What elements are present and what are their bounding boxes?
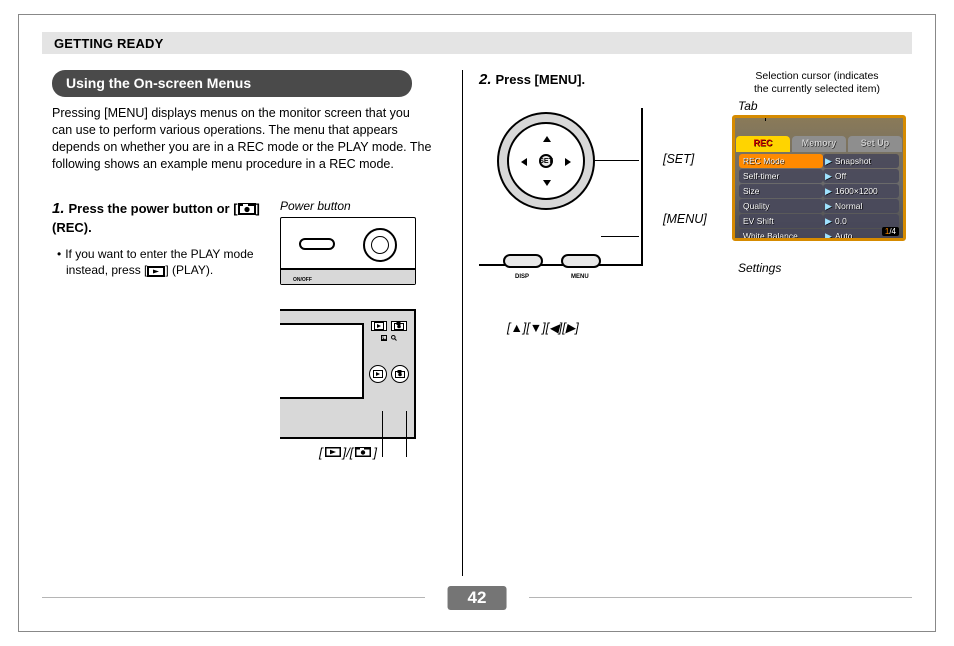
lcd-row-key: REC Mode (739, 156, 813, 166)
play-mode-icon (147, 266, 165, 277)
triangle-right-icon: ▶ (825, 186, 835, 197)
tab-callout: Tab (738, 99, 912, 113)
back-figure-group: [ ]/[ ] (280, 309, 416, 460)
lcd-row: White Balance▶Auto (739, 229, 899, 241)
up-arrow-icon (543, 136, 551, 142)
image-icon (381, 335, 387, 341)
lcd-screenshot: REC Memory Set Up REC Mode▶SnapshotSelf-… (732, 115, 906, 241)
lcd-row-key: Size (739, 186, 813, 196)
leader-line (601, 236, 639, 237)
step1-text: 1.Press the power button or [] (REC). •I… (52, 199, 262, 460)
play-button-icon (369, 365, 387, 383)
leader-line (406, 411, 407, 457)
step2-title-text: Press [MENU]. (496, 72, 586, 87)
note-text-b: ] (PLAY). (165, 263, 213, 277)
lcd-group: Selection cursor (indicates the currentl… (722, 70, 912, 275)
step1-number: 1. (52, 200, 65, 217)
leader-line (765, 115, 766, 121)
subsection-heading: Using the On-screen Menus (52, 70, 412, 97)
lcd-row-value: Snapshot (835, 156, 899, 166)
left-column: Using the On-screen Menus Pressing [MENU… (52, 70, 462, 576)
step1-note: •If you want to enter the PLAY mode inst… (66, 246, 262, 278)
intro-paragraph: Pressing [MENU] displays menus on the mo… (52, 105, 432, 173)
menu-callout: [MENU] (663, 212, 707, 226)
cursor-note: Selection cursor (indicates the currentl… (722, 70, 912, 95)
lcd-row-key: Quality (739, 201, 813, 211)
lcd-tabs: REC Memory Set Up (735, 134, 903, 152)
menu-small-label: MENU (571, 274, 589, 280)
disp-button-icon (503, 254, 543, 268)
rec-caption-icon (355, 447, 371, 457)
step1-figures: Power button ON/OFF (280, 199, 416, 460)
lcd-row: Self-timer ▶Off (739, 169, 899, 183)
lcd-tab-rec: REC (735, 134, 791, 152)
step1-title-a: Press the power button or [ (69, 201, 238, 216)
play-caption-icon (325, 447, 341, 457)
step2-number: 2. (479, 71, 492, 88)
set-callout: [SET] (663, 152, 707, 166)
play-indicator-icon (371, 321, 387, 331)
lcd-row: Size ▶1600×1200 (739, 184, 899, 198)
power-figure-group: Power button ON/OFF (280, 199, 416, 285)
triangle-right-icon: ▶ (825, 171, 835, 182)
set-button-icon: SET (539, 154, 553, 168)
rec-button-icon (391, 365, 409, 383)
camera-top-illustration: ON/OFF (280, 217, 416, 285)
lcd-row-value: Normal (835, 201, 899, 211)
camera-rec-icon (238, 203, 256, 215)
left-arrow-icon (521, 158, 527, 166)
lcd-tab-setup: Set Up (847, 134, 903, 152)
magnify-icon (391, 335, 397, 341)
disp-label: DISP (515, 274, 529, 280)
cursor-note-l2: the currently selected item) (754, 83, 880, 95)
bullet: • (57, 247, 61, 261)
section-header: GETTING READY (42, 32, 912, 54)
arrow-keys-caption: [▲][▼][◀][▶] (507, 320, 912, 335)
leader-line (595, 160, 639, 161)
lcd-row: REC Mode ▶Snapshot (739, 154, 899, 168)
content-columns: Using the On-screen Menus Pressing [MENU… (52, 70, 912, 576)
power-button-caption: Power button (280, 199, 416, 213)
leader-line (382, 411, 383, 457)
shutter-button-icon (363, 228, 397, 262)
lcd-row-key: Self-timer (739, 171, 813, 181)
section-title: GETTING READY (54, 36, 164, 51)
camera-back-illustration (280, 309, 416, 439)
lcd-row: EV Shift ▶0.0 (739, 214, 899, 228)
settings-callout: Settings (738, 261, 912, 275)
lcd-row-key: EV Shift (739, 216, 813, 226)
lcd-row-value: 1600×1200 (835, 186, 899, 196)
control-dial-illustration: SET DISP MENU (479, 108, 655, 282)
control-ring-icon: SET (497, 112, 595, 210)
lcd-row: Quality ▶Normal (739, 199, 899, 213)
right-column: 2.Press [MENU]. SET D (462, 70, 912, 576)
lcd-page-indicator: 1/4 (882, 227, 899, 236)
triangle-right-icon: ▶ (825, 156, 835, 167)
right-arrow-icon (565, 158, 571, 166)
down-arrow-icon (543, 180, 551, 186)
triangle-right-icon: ▶ (825, 201, 835, 212)
rec-indicator-icon (391, 321, 407, 331)
on-off-label: ON/OFF (293, 277, 312, 283)
step1-row: 1.Press the power button or [] (REC). •I… (52, 199, 446, 460)
lcd-rows: REC Mode▶SnapshotSelf-timer▶OffSize▶1600… (739, 154, 899, 241)
step1-title: 1.Press the power button or [] (REC). (52, 199, 262, 237)
power-switch-icon (299, 238, 335, 250)
lcd-tab-memory: Memory (791, 134, 847, 152)
lcd-row-value: Off (835, 171, 899, 181)
play-rec-icons-caption: [ ]/[ ] (280, 445, 416, 460)
lcd-row-key: White Balance (739, 231, 813, 241)
triangle-right-icon: ▶ (825, 231, 835, 242)
menu-button-icon (561, 254, 601, 268)
cursor-note-l1: Selection cursor (indicates (755, 70, 878, 82)
triangle-right-icon: ▶ (825, 216, 835, 227)
lcd-row-value: 0.0 (835, 216, 899, 226)
page-number: 42 (448, 586, 507, 610)
